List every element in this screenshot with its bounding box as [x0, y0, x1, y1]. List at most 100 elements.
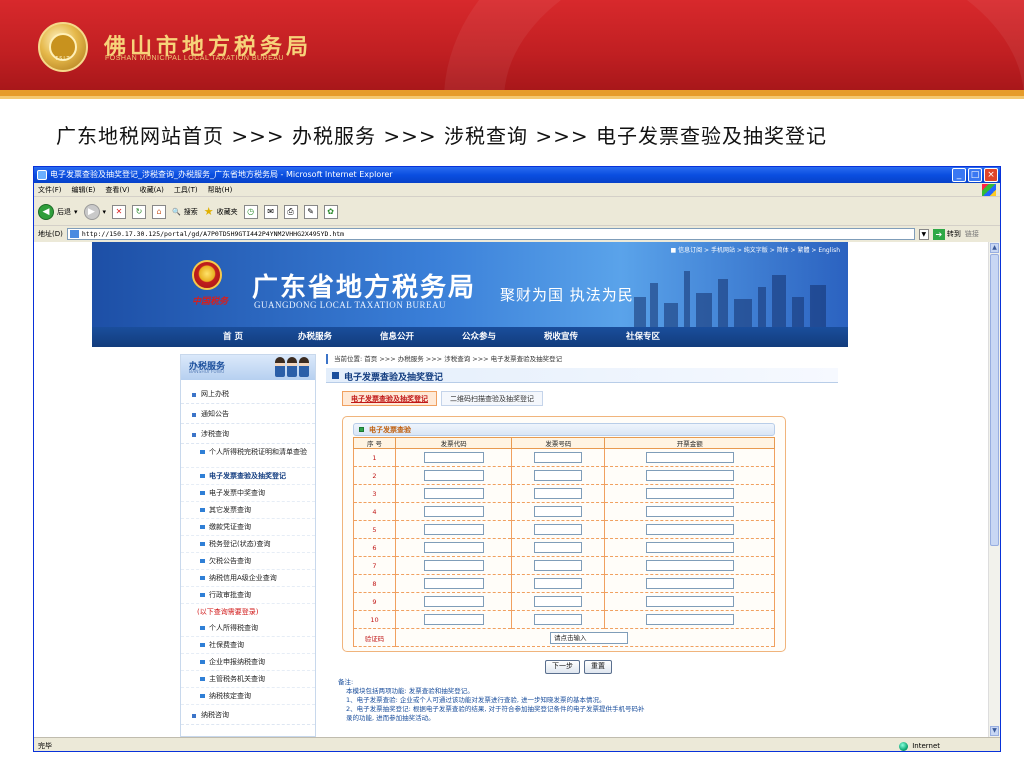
maximize-button[interactable]: □: [968, 168, 982, 182]
nav-tax-promotion[interactable]: 税收宣传: [520, 327, 602, 347]
stop-icon[interactable]: ✕: [112, 204, 127, 219]
menu-view[interactable]: 查看(V): [105, 183, 129, 196]
invoice-number-input[interactable]: [534, 470, 583, 481]
sidebar-item[interactable]: 税务登记(状态)查询: [181, 536, 315, 553]
invoice-amount-input[interactable]: [645, 488, 734, 499]
site-top-links[interactable]: ■ 信息订阅 > 手机网站 > 纯文字版 > 简体 > 繁體 > English: [671, 245, 840, 254]
nav-public-participation[interactable]: 公众参与: [438, 327, 520, 347]
sidebar-item[interactable]: 电子发票中奖查询: [181, 485, 315, 502]
menu-file[interactable]: 文件(F): [38, 183, 62, 196]
invoice-number-input[interactable]: [534, 614, 583, 625]
vertical-scrollbar[interactable]: ▲ ▼: [988, 242, 1000, 737]
invoice-amount-input[interactable]: [645, 506, 734, 517]
scroll-thumb[interactable]: [990, 254, 999, 546]
sidebar-item[interactable]: 纳税咨询: [181, 705, 315, 725]
invoice-code-input[interactable]: [423, 614, 484, 625]
invoice-code-input[interactable]: [423, 578, 484, 589]
captcha-input[interactable]: 请点击输入: [550, 631, 628, 644]
address-input[interactable]: http://150.17.30.125/portal/gd/A7P0TD5H9…: [66, 228, 915, 240]
address-dropdown-icon[interactable]: ▼: [918, 228, 929, 240]
sidebar-item[interactable]: 纳税核定查询: [181, 688, 315, 705]
site-slogan: 聚财为国 执法为民: [500, 286, 634, 304]
emblem-text: FSLT: [55, 56, 71, 62]
menu-favorites[interactable]: 收藏(A): [140, 183, 164, 196]
dropdown-arrow-icon[interactable]: ▾: [103, 208, 107, 216]
invoice-number-input[interactable]: [534, 542, 583, 553]
invoice-code-input[interactable]: [423, 452, 484, 463]
nav-home[interactable]: 首 页: [192, 327, 274, 347]
invoice-number-input[interactable]: [534, 488, 583, 499]
reset-button[interactable]: 重置: [584, 660, 612, 674]
back-button[interactable]: ◀ 后退 ▾: [38, 203, 78, 220]
nav-info-public[interactable]: 信息公开: [356, 327, 438, 347]
go-button[interactable]: ➔ 转到: [932, 227, 961, 241]
history-icon[interactable]: ◷: [243, 204, 258, 219]
invoice-amount-input[interactable]: [645, 542, 734, 553]
next-button[interactable]: 下一步: [545, 660, 580, 674]
back-arrow-icon: ◀: [38, 203, 54, 220]
invoice-code-input[interactable]: [423, 596, 484, 607]
invoice-number-input[interactable]: [534, 524, 583, 535]
messenger-icon[interactable]: ✿: [323, 204, 338, 219]
sidebar-item[interactable]: 主管税务机关查询: [181, 671, 315, 688]
sidebar-item[interactable]: 行政审批查询: [181, 587, 315, 604]
invoice-code-input[interactable]: [423, 470, 484, 481]
sidebar-item[interactable]: 企业申报纳税查询: [181, 654, 315, 671]
sidebar-item[interactable]: 社保费查询: [181, 637, 315, 654]
invoice-code-input[interactable]: [423, 560, 484, 571]
invoice-code-input[interactable]: [423, 542, 484, 553]
invoice-number-input[interactable]: [534, 560, 583, 571]
sidebar-item[interactable]: 个人所得税完税证明和清单查验: [181, 444, 315, 468]
invoice-code-input[interactable]: [423, 524, 484, 535]
links-label[interactable]: 链接: [965, 227, 979, 241]
invoice-amount-input[interactable]: [645, 452, 734, 463]
invoice-amount-input[interactable]: [645, 578, 734, 589]
scroll-up-icon[interactable]: ▲: [990, 243, 999, 253]
toolbar: ◀ 后退 ▾ ▶ ▾ ✕ ↻ ⌂ 🔍 搜索 ★ 收藏夹 ◷ ✉ ⎙ ✎ ✿: [34, 198, 1000, 226]
invoice-amount-input[interactable]: [645, 596, 734, 607]
invoice-number-input[interactable]: [534, 578, 583, 589]
invoice-code-input[interactable]: [423, 488, 484, 499]
sidebar-item[interactable]: 个人所得税查询: [181, 620, 315, 637]
close-button[interactable]: ×: [984, 168, 998, 182]
nav-social-security[interactable]: 社保专区: [602, 327, 684, 347]
invoice-code-input[interactable]: [423, 506, 484, 517]
tab-qr-check[interactable]: 二维码扫描查验及抽奖登记: [441, 391, 543, 406]
sidebar-item[interactable]: 电子发票查验及抽奖登记: [181, 468, 315, 485]
tab-invoice-check[interactable]: 电子发票查验及抽奖登记: [342, 391, 437, 406]
mail-icon[interactable]: ✉: [263, 204, 278, 219]
invoice-amount-input[interactable]: [645, 470, 734, 481]
input-cell: [511, 448, 606, 467]
menu-edit[interactable]: 编辑(E): [72, 183, 96, 196]
top-banner: FSLT 佛山市地方税务局 FOSHAN MUNICIPAL LOCAL TAX…: [0, 0, 1024, 90]
invoice-number-input[interactable]: [534, 596, 583, 607]
input-cell: [394, 592, 513, 611]
invoice-number-input[interactable]: [534, 506, 583, 517]
invoice-number-input[interactable]: [534, 452, 583, 463]
search-button[interactable]: 🔍 搜索: [172, 207, 198, 217]
sidebar-item[interactable]: 通知公告: [181, 404, 315, 424]
nav-tax-service[interactable]: 办税服务: [274, 327, 356, 347]
page-title: 电子发票查验及抽奖登记: [344, 373, 444, 383]
edit-icon[interactable]: ✎: [303, 204, 318, 219]
favorites-button[interactable]: ★ 收藏夹: [204, 205, 238, 218]
menu-help[interactable]: 帮助(H): [208, 183, 233, 196]
forward-button[interactable]: ▶ ▾: [83, 203, 107, 220]
minimize-button[interactable]: _: [952, 168, 966, 182]
invoice-amount-input[interactable]: [645, 560, 734, 571]
menu-tools[interactable]: 工具(T): [174, 183, 198, 196]
invoice-amount-input[interactable]: [645, 524, 734, 535]
sidebar-item[interactable]: 纳税信用A级企业查询: [181, 570, 315, 587]
left-sidebar: 办税服务 BANSHUI FUWU 网上办税 通知公告 涉税查询 个人所得税完税证明和…: [180, 354, 316, 737]
invoice-amount-input[interactable]: [645, 614, 734, 625]
sidebar-item[interactable]: 网上办税: [181, 384, 315, 404]
home-icon[interactable]: ⌂: [152, 204, 167, 219]
refresh-icon[interactable]: ↻: [132, 204, 147, 219]
dropdown-arrow-icon[interactable]: ▾: [74, 208, 78, 216]
print-icon[interactable]: ⎙: [283, 204, 298, 219]
sidebar-item[interactable]: 其它发票查询: [181, 502, 315, 519]
sidebar-item[interactable]: 欠税公告查询: [181, 553, 315, 570]
sidebar-item[interactable]: 缴款凭证查询: [181, 519, 315, 536]
sidebar-item[interactable]: 涉税查询: [181, 424, 315, 444]
scroll-down-icon[interactable]: ▼: [990, 726, 999, 736]
